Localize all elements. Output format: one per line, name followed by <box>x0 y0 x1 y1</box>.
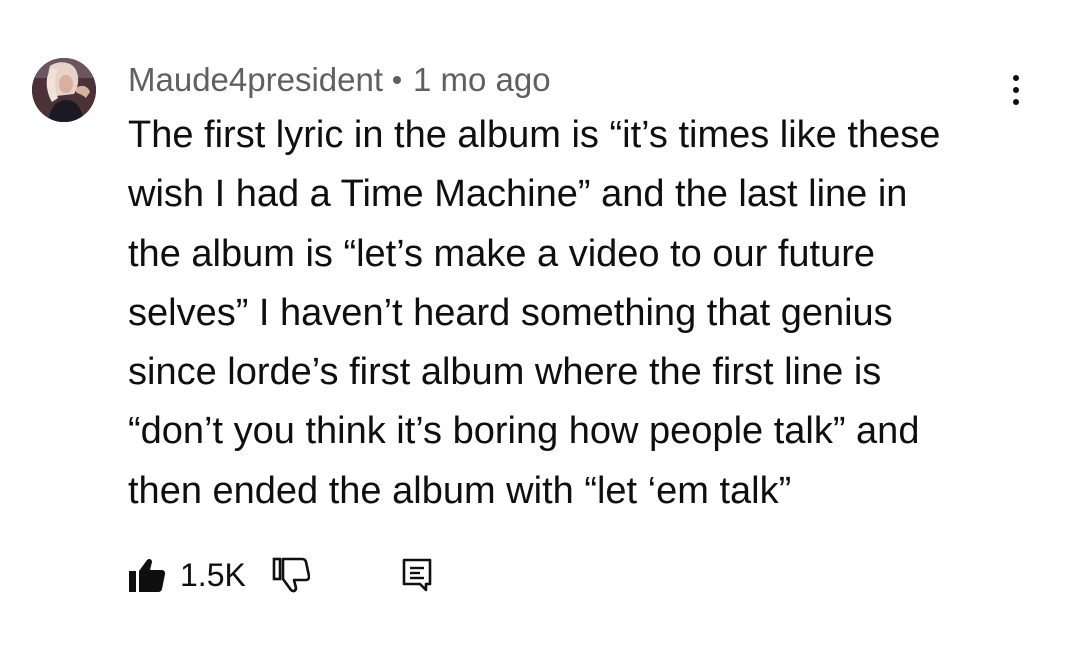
dislike-button[interactable] <box>272 557 310 593</box>
comment-timestamp[interactable]: 1 mo ago <box>413 61 551 99</box>
avatar[interactable] <box>32 58 96 122</box>
comment-text: The first lyric in the album is “it’s ti… <box>128 106 1008 521</box>
like-button[interactable] <box>128 557 166 593</box>
comment-text-line: selves” I haven’t heard something that g… <box>128 291 893 334</box>
comment-text-line: “don’t you think it’s boring how people … <box>128 410 920 453</box>
comment-header: Maude4president 1 mo ago <box>128 58 551 102</box>
comment-text-line: wish I had a Time Machine” and the last … <box>128 173 908 216</box>
thumb-down-icon <box>272 557 310 593</box>
comment-text-line: The first lyric in the album is “it’s ti… <box>128 114 941 156</box>
comment-actions: 1.5K <box>128 552 432 598</box>
author-name[interactable]: Maude4president <box>128 61 383 99</box>
comment-text-line: then ended the album with “let ‘em talk” <box>128 469 792 512</box>
reply-button[interactable] <box>402 558 432 592</box>
comment-item: Maude4president 1 mo ago The first lyric… <box>0 0 1080 653</box>
separator-dot <box>393 76 402 84</box>
thumb-up-icon <box>129 558 166 592</box>
comment-reply-icon <box>402 558 432 592</box>
comment-text-line: since lorde’s first album where the firs… <box>128 351 882 394</box>
comment-text-line: the album is “let’s make a video to our … <box>128 232 876 275</box>
like-count: 1.5K <box>180 556 246 593</box>
